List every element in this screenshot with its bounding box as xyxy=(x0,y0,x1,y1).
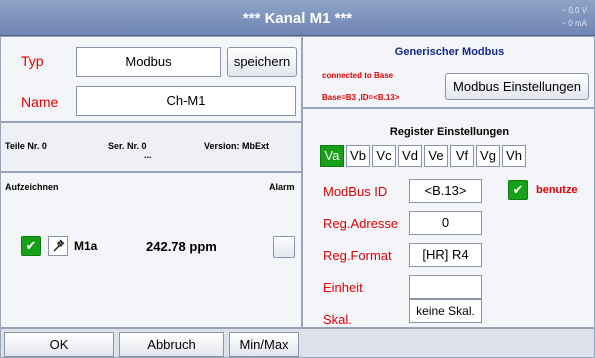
use-checkbox[interactable]: ✔ xyxy=(508,180,528,200)
record-panel: Aufzeichnen Alarm ✔ M1a 242.78 ppm xyxy=(0,172,302,328)
modbus-panel: Generischer Modbus connected to Base Bas… xyxy=(302,36,595,108)
modbus-id-label: ModBus ID xyxy=(323,184,388,199)
tab-vd[interactable]: Vd xyxy=(398,145,422,167)
tab-vh[interactable]: Vh xyxy=(502,145,526,167)
minmax-button[interactable]: Min/Max xyxy=(229,332,299,357)
type-field[interactable]: Modbus xyxy=(76,47,221,77)
alarm-button[interactable] xyxy=(273,236,295,258)
tab-va[interactable]: Va xyxy=(320,145,344,167)
window-title: *** Kanal M1 *** xyxy=(242,10,353,27)
use-label: benutze xyxy=(536,184,578,196)
modbus-header: Generischer Modbus xyxy=(394,46,505,58)
reg-format-label: Reg.Format xyxy=(323,248,392,263)
unit-field[interactable] xyxy=(409,275,482,299)
record-checkbox[interactable]: ✔ xyxy=(21,236,41,256)
alarm-label: Alarm xyxy=(269,182,295,192)
ok-button[interactable]: OK xyxy=(4,332,114,357)
version-info: Version: MbExt xyxy=(204,141,270,151)
scale-field[interactable]: keine Skal. xyxy=(409,299,482,323)
probe-icon xyxy=(53,239,65,252)
channel-name: M1a xyxy=(74,239,98,253)
reg-address-field[interactable]: 0 xyxy=(409,211,482,235)
tab-vb[interactable]: Vb xyxy=(346,145,370,167)
cancel-button[interactable]: Abbruch xyxy=(119,332,224,357)
reg-address-label: Reg.Adresse xyxy=(323,216,399,231)
register-panel: Register Einstellungen Va Vb Vc Vd Ve Vf… xyxy=(302,108,595,328)
channel-config-panel: Typ Modbus speichern Name Ch-M1 xyxy=(0,36,302,122)
serial-number: Ser. Nr. 0 xyxy=(108,141,147,151)
reg-format-field[interactable]: [HR] R4 xyxy=(409,243,482,267)
unit-label: Einheit xyxy=(323,280,363,295)
part-number: Teile Nr. 0 xyxy=(5,141,47,151)
scale-label: Skal. xyxy=(323,312,352,327)
base-info: Base=B3 ,ID=<B.13> xyxy=(322,93,400,102)
connection-status: connected to Base xyxy=(322,71,394,80)
name-label: Name xyxy=(21,94,59,110)
bottom-bar: OK Abbruch Min/Max xyxy=(0,328,595,358)
tab-vf[interactable]: Vf xyxy=(450,145,474,167)
register-tabs: Va Vb Vc Vd Ve Vf Vg Vh xyxy=(320,145,526,167)
save-button[interactable]: speichern xyxy=(227,47,297,77)
serial-extra: ... xyxy=(144,150,152,160)
title-bar: *** Kanal M1 *** ~ 0.0 V ~ 0 mA xyxy=(0,0,595,36)
current-readout: ~ 0 mA xyxy=(561,19,587,28)
voltage-readout: ~ 0.0 V xyxy=(561,6,587,15)
modbus-id-field[interactable]: <B.13> xyxy=(409,179,482,203)
device-info-panel: Teile Nr. 0 Ser. Nr. 0 ... Version: MbEx… xyxy=(0,122,302,172)
name-field[interactable]: Ch-M1 xyxy=(76,86,296,116)
tab-ve[interactable]: Ve xyxy=(424,145,448,167)
register-header: Register Einstellungen xyxy=(389,126,510,138)
modbus-settings-button[interactable]: Modbus Einstellungen xyxy=(445,73,589,100)
type-label: Typ xyxy=(21,53,44,69)
tab-vc[interactable]: Vc xyxy=(372,145,396,167)
measurement-value: 242.78 ppm xyxy=(146,239,217,254)
tab-vg[interactable]: Vg xyxy=(476,145,500,167)
probe-button[interactable] xyxy=(48,236,68,256)
record-label: Aufzeichnen xyxy=(5,182,59,192)
